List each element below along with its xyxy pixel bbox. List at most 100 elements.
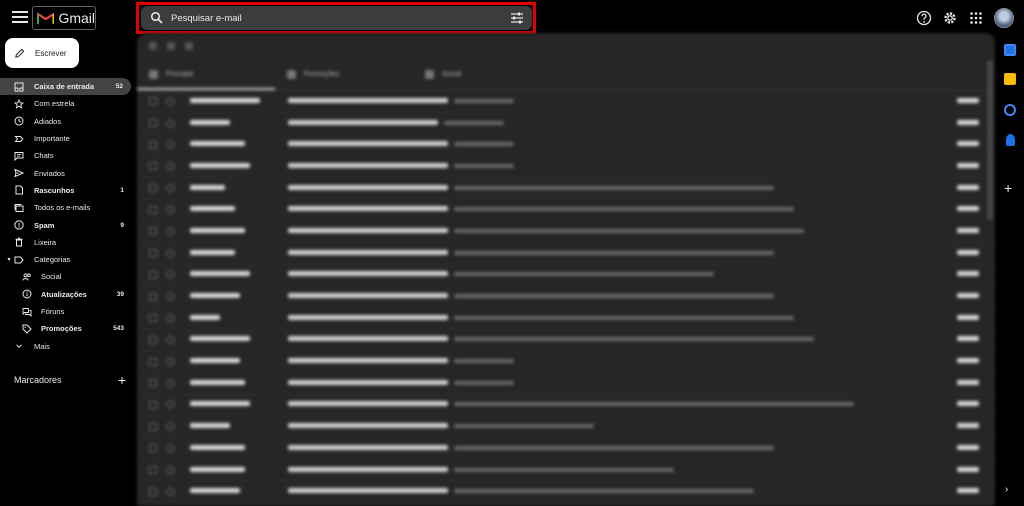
row-checkbox[interactable] — [149, 357, 157, 366]
tab-social[interactable]: Social — [413, 59, 551, 90]
message-row[interactable] — [137, 416, 995, 438]
message-row[interactable] — [137, 199, 995, 222]
star-toggle-icon[interactable] — [165, 96, 176, 107]
row-checkbox[interactable] — [149, 270, 157, 279]
star-toggle-icon[interactable] — [165, 161, 176, 172]
sidebar-item-drafts[interactable]: Rascunhos 1 — [0, 182, 132, 199]
gmail-logo[interactable]: Gmail — [32, 6, 96, 30]
search-bar[interactable] — [141, 6, 532, 30]
add-label-icon[interactable]: + — [118, 372, 126, 388]
row-checkbox[interactable] — [149, 140, 157, 149]
row-checkbox[interactable] — [149, 162, 157, 171]
row-checkbox[interactable] — [149, 444, 157, 453]
message-row[interactable] — [137, 156, 995, 178]
star-toggle-icon[interactable] — [165, 400, 176, 410]
row-checkbox[interactable] — [149, 205, 157, 214]
star-toggle-icon[interactable] — [165, 291, 176, 302]
sidebar-item-promotions[interactable]: Promoções 543 — [0, 320, 132, 337]
row-checkbox[interactable] — [149, 466, 157, 475]
row-checkbox[interactable] — [149, 249, 157, 258]
message-row[interactable] — [137, 481, 995, 504]
sidebar-item-spam[interactable]: Spam 9 — [0, 216, 132, 233]
sidebar-item-all-mail[interactable]: Todos os e-mails — [0, 199, 132, 216]
refresh-icon[interactable] — [167, 42, 175, 50]
message-row[interactable] — [137, 308, 995, 330]
row-checkbox[interactable] — [149, 400, 157, 409]
star-toggle-icon[interactable] — [165, 443, 176, 454]
sidebar-item-more[interactable]: Mais — [0, 337, 132, 354]
search-icon[interactable] — [150, 11, 164, 25]
star-toggle-icon[interactable] — [165, 313, 176, 324]
sidebar-item-chats[interactable]: Chats — [0, 147, 132, 164]
sidebar-item-snoozed[interactable]: Adiados — [0, 113, 132, 130]
calendar-icon[interactable] — [1004, 44, 1016, 56]
message-row[interactable] — [137, 221, 995, 243]
message-row[interactable] — [137, 113, 995, 135]
sidebar-item-categories[interactable]: ▾ Categorias — [0, 251, 132, 268]
scrollbar[interactable] — [987, 60, 993, 220]
message-row[interactable] — [137, 265, 995, 287]
more-options-icon[interactable] — [185, 42, 193, 50]
star-toggle-icon[interactable] — [165, 139, 176, 150]
message-row[interactable] — [137, 395, 995, 417]
sidebar-item-updates[interactable]: Atualizações 39 — [0, 286, 132, 303]
sidebar-item-starred[interactable]: Com estrela — [0, 95, 132, 112]
sidebar-item-important[interactable]: Importante — [0, 130, 132, 147]
row-checkbox[interactable] — [149, 97, 157, 106]
star-toggle-icon[interactable] — [165, 356, 176, 367]
row-checkbox[interactable] — [149, 227, 157, 236]
message-row[interactable] — [137, 286, 995, 308]
compose-button[interactable]: Escrever — [5, 38, 79, 68]
search-options-icon[interactable] — [510, 11, 524, 25]
star-toggle-icon[interactable] — [165, 486, 176, 497]
row-checkbox[interactable] — [149, 184, 157, 193]
row-checkbox[interactable] — [149, 487, 157, 496]
sidebar-item-inbox[interactable]: Caixa de entrada 52 — [0, 78, 131, 96]
message-row[interactable] — [137, 134, 995, 157]
sidebar-item-social[interactable]: Social — [0, 268, 132, 285]
star-toggle-icon[interactable] — [165, 204, 176, 215]
sidebar-item-sent[interactable]: Enviados — [0, 164, 132, 181]
row-checkbox[interactable] — [149, 335, 157, 344]
star-toggle-icon[interactable] — [165, 421, 176, 432]
star-toggle-icon[interactable] — [165, 378, 176, 389]
star-toggle-icon[interactable] — [165, 118, 176, 128]
star-toggle-icon[interactable] — [165, 465, 176, 475]
message-row[interactable] — [137, 178, 995, 200]
row-checkbox[interactable] — [149, 379, 157, 388]
search-input[interactable] — [171, 9, 471, 27]
message-row[interactable] — [137, 91, 995, 113]
message-row[interactable] — [137, 351, 995, 373]
account-avatar[interactable] — [994, 8, 1014, 28]
select-all-checkbox[interactable] — [149, 42, 157, 50]
tab-primary[interactable]: Principal — [137, 59, 275, 90]
star-toggle-icon[interactable] — [165, 269, 176, 280]
star-toggle-icon[interactable] — [165, 334, 176, 345]
star-toggle-icon[interactable] — [165, 248, 176, 259]
expand-arrow-icon[interactable]: ▾ — [6, 255, 12, 265]
help-icon[interactable] — [916, 10, 932, 26]
settings-gear-icon[interactable] — [942, 10, 958, 26]
row-checkbox[interactable] — [149, 119, 157, 128]
tasks-icon[interactable] — [1004, 104, 1016, 116]
star-toggle-icon[interactable] — [165, 226, 176, 237]
contacts-icon[interactable] — [1006, 134, 1015, 146]
sidebar-item-trash[interactable]: Lixeira — [0, 234, 132, 251]
apps-grid-icon[interactable] — [968, 10, 984, 26]
message-row[interactable] — [137, 330, 995, 352]
keep-icon[interactable] — [1004, 73, 1016, 85]
tab-promotions[interactable]: Promoções — [275, 59, 413, 90]
expand-panel-icon[interactable]: › — [1005, 484, 1008, 495]
row-checkbox[interactable] — [149, 292, 157, 301]
message-row[interactable] — [137, 438, 995, 460]
message-row[interactable] — [137, 243, 995, 265]
main-menu-button[interactable] — [10, 8, 30, 26]
star-toggle-icon[interactable] — [165, 183, 176, 194]
forum-icon — [22, 307, 32, 317]
sidebar-item-forums[interactable]: Fóruns — [0, 303, 132, 320]
row-checkbox[interactable] — [149, 314, 157, 323]
message-row[interactable] — [137, 373, 995, 395]
row-checkbox[interactable] — [149, 422, 157, 431]
message-row[interactable] — [137, 460, 995, 482]
add-addon-icon[interactable]: + — [1004, 181, 1012, 195]
